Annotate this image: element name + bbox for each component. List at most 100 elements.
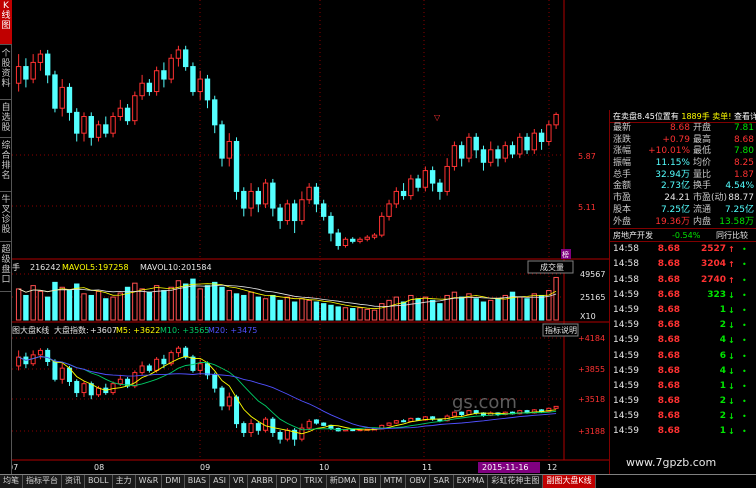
- volume-bar: [81, 293, 87, 321]
- price-candle: [538, 132, 545, 142]
- mavol5-label: MAVOL5:: [62, 263, 98, 272]
- price-candle: [364, 236, 370, 240]
- site-watermark: www.7gpzb.com: [626, 456, 717, 469]
- left-tab-5[interactable]: 超级盘口: [0, 244, 12, 292]
- quote-row: 振幅 11.15% 均价 8.25: [610, 158, 756, 170]
- volume-bar: [15, 288, 22, 321]
- indicator-tab-11[interactable]: DPO: [277, 475, 302, 488]
- quote-label: 市盈: [613, 193, 632, 204]
- price-candle: [458, 145, 465, 159]
- quote-row: 股本 7.25亿 流通 7.25亿: [610, 205, 756, 217]
- index-candle: [226, 396, 232, 407]
- price-candle: [357, 238, 363, 242]
- price-candle: [429, 170, 436, 184]
- price-candle: [74, 111, 80, 134]
- volume-bar: [415, 298, 421, 321]
- volume-bar: [168, 286, 174, 321]
- indicator-tab-7[interactable]: BIAS: [184, 475, 211, 488]
- indicator-tab-0[interactable]: 均笔: [0, 475, 23, 488]
- quote-label: 总手: [613, 169, 632, 180]
- arrow-down-icon: ↓: [728, 366, 735, 376]
- indicator-tab-18[interactable]: EXPMA: [453, 475, 489, 488]
- index-value: +3607: [90, 326, 117, 335]
- quote-label: 均价: [693, 158, 712, 169]
- left-tab-3[interactable]: 综合排名: [0, 140, 12, 192]
- volume-bar: [262, 298, 269, 321]
- dot-icon: •: [742, 275, 747, 285]
- quote-value: 4.54%: [725, 181, 754, 192]
- price-candle: [95, 124, 102, 138]
- volume-legend-value: 216242: [30, 263, 61, 272]
- indicator-tab-2[interactable]: 资讯: [62, 475, 85, 488]
- index-candle: [212, 374, 218, 389]
- quote-value: +10.01%: [648, 146, 690, 157]
- dot-icon: •: [742, 366, 747, 376]
- indicator-tab-19[interactable]: 彩虹花神主图: [488, 475, 544, 488]
- tick-row: 14:59 8.68 1 ↓ •: [610, 303, 756, 318]
- volume-bar: [270, 294, 276, 321]
- quote-row: 外盘 19.36万 内盘 13.58万: [610, 217, 756, 229]
- quote-value: 7.25亿: [660, 204, 690, 215]
- indicator-tab-20[interactable]: 副图大盘K线: [543, 475, 596, 488]
- volume-bar: [429, 299, 436, 321]
- volume-bar: [23, 294, 29, 321]
- left-tab-0[interactable]: K线图: [0, 0, 12, 45]
- peer-compare-button[interactable]: 同行比较: [716, 229, 748, 243]
- chart-area[interactable]: 5.87 5.11 ▽ 总手 216242 MAVOL5: 197258 MAV…: [12, 0, 609, 474]
- tick-volume: 2: [719, 396, 726, 407]
- tick-volume: 2740: [700, 274, 726, 285]
- tick-row: 14:58 8.68 3204 ↑ •: [610, 257, 756, 272]
- indicator-tab-9[interactable]: VR: [230, 475, 249, 488]
- price-candle: [400, 190, 407, 197]
- indicator-tab-8[interactable]: ASI: [210, 475, 231, 488]
- dot-icon: •: [742, 412, 747, 422]
- quote-value: 7.25亿: [724, 204, 754, 215]
- indicator-tab-3[interactable]: BOLL: [85, 475, 113, 488]
- sell-order-banner[interactable]: 在卖盘8.45位置有 1889手 卖单! 查看详细: [610, 110, 756, 123]
- left-tab-4[interactable]: 牛叉诊股: [0, 194, 12, 242]
- indicator-tab-4[interactable]: 主力: [112, 475, 136, 488]
- indicator-tab-10[interactable]: ARBR: [248, 475, 278, 488]
- indicator-tab-5[interactable]: W&R: [135, 475, 163, 488]
- indicator-tab-15[interactable]: MTM: [380, 475, 407, 488]
- price-candle: [437, 182, 443, 192]
- indicator-tab-16[interactable]: OBV: [406, 475, 431, 488]
- quote-row: 总手 32.94万 量比 1.87: [610, 170, 756, 182]
- indicator-tab-14[interactable]: BBI: [360, 475, 381, 488]
- quote-value: 8.68: [669, 123, 690, 133]
- quote-label: 内盘: [693, 216, 712, 227]
- index-candle: [197, 363, 203, 371]
- dot-icon: •: [742, 245, 747, 255]
- quote-label: 外盘: [613, 216, 632, 227]
- index-candle: [204, 363, 210, 376]
- quote-value: 1.87: [733, 169, 754, 180]
- indicator-tab-17[interactable]: SAR: [430, 475, 454, 488]
- indicator-tab-6[interactable]: DMI: [162, 475, 185, 488]
- quote-row: 涨幅 +10.01% 最低 7.80: [610, 146, 756, 158]
- tick-price: 8.68: [657, 274, 680, 285]
- volume-bar: [44, 296, 51, 321]
- quote-value: 2.73亿: [660, 181, 690, 192]
- tick-price: 8.68: [657, 304, 680, 315]
- indicator-tab-13[interactable]: 新DMA: [326, 475, 361, 488]
- indicator-title: 副图大盘K线: [12, 325, 49, 335]
- price-candle: [371, 234, 378, 238]
- left-tab-2[interactable]: 自选股: [0, 102, 12, 138]
- tick-row: 14:59 8.68 1 ↓ •: [610, 379, 756, 394]
- quote-label: 流通: [693, 204, 712, 215]
- dot-icon: •: [742, 351, 747, 361]
- volume-bar: [277, 299, 283, 321]
- indicator-tab-12[interactable]: TRIX: [301, 475, 327, 488]
- index-candle: [415, 417, 421, 421]
- volume-bar: [291, 301, 298, 321]
- price-candle: [451, 145, 458, 167]
- volume-bar: [226, 290, 232, 321]
- price-candle: [422, 170, 429, 188]
- price-candle: [175, 49, 182, 59]
- volume-bar: [182, 283, 189, 321]
- volume-bar: [190, 278, 196, 321]
- volume-bar: [371, 309, 378, 321]
- indicator-tab-1[interactable]: 指标平台: [23, 475, 62, 488]
- index-candle: [277, 431, 283, 440]
- left-tab-1[interactable]: 个股资料: [0, 48, 12, 100]
